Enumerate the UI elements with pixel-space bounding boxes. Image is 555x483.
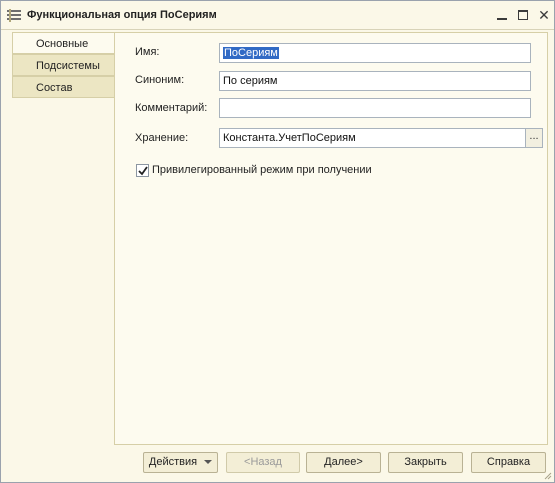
comment-field[interactable] (219, 98, 531, 118)
name-value: ПоСериям (223, 47, 279, 59)
close-window-button[interactable]: ✕ (536, 7, 552, 23)
tab-subsystems[interactable]: Подсистемы (12, 54, 114, 76)
close-icon: ✕ (538, 7, 550, 23)
maximize-icon (518, 10, 528, 20)
tab-main[interactable]: Основные (12, 32, 114, 54)
privileged-label[interactable]: Привилегированный режим при получении (152, 164, 372, 176)
title-bar[interactable]: Функциональная опция ПоСериям ✕ (1, 1, 554, 30)
synonym-label: Синоним: (135, 74, 185, 86)
checkmark-icon (138, 166, 148, 176)
storage-field[interactable]: Константа.УчетПоСериям ... (219, 128, 543, 148)
tab-content[interactable]: Состав (12, 76, 114, 98)
minimize-icon (497, 18, 507, 20)
side-tabs: Основные Подсистемы Состав (12, 32, 114, 98)
name-field[interactable]: ПоСериям (219, 43, 531, 63)
comment-label: Комментарий: (135, 102, 208, 114)
minimize-button[interactable] (494, 7, 510, 23)
dropdown-arrow-icon (204, 460, 213, 465)
storage-value: Константа.УчетПоСериям (223, 132, 356, 144)
name-label: Имя: (135, 46, 160, 58)
actions-label: Действия (148, 456, 198, 468)
form-icon (7, 9, 21, 22)
synonym-field[interactable]: По сериям (219, 71, 531, 91)
privileged-checkbox[interactable] (136, 164, 149, 177)
resize-grip-icon[interactable] (542, 470, 552, 480)
window-title: Функциональная опция ПоСериям (27, 9, 217, 21)
maximize-button[interactable] (515, 7, 531, 23)
actions-button[interactable]: Действия (143, 452, 218, 473)
close-button[interactable]: Закрыть (388, 452, 463, 473)
back-button[interactable]: <Назад (226, 452, 300, 473)
window: Функциональная опция ПоСериям ✕ Основные… (0, 0, 555, 483)
next-button[interactable]: Далее> (306, 452, 381, 473)
help-button[interactable]: Справка (471, 452, 546, 473)
storage-label: Хранение: (135, 132, 189, 144)
main-panel: Имя: ПоСериям Синоним: По сериям Коммент… (114, 32, 548, 445)
storage-choose-button[interactable]: ... (525, 129, 542, 147)
